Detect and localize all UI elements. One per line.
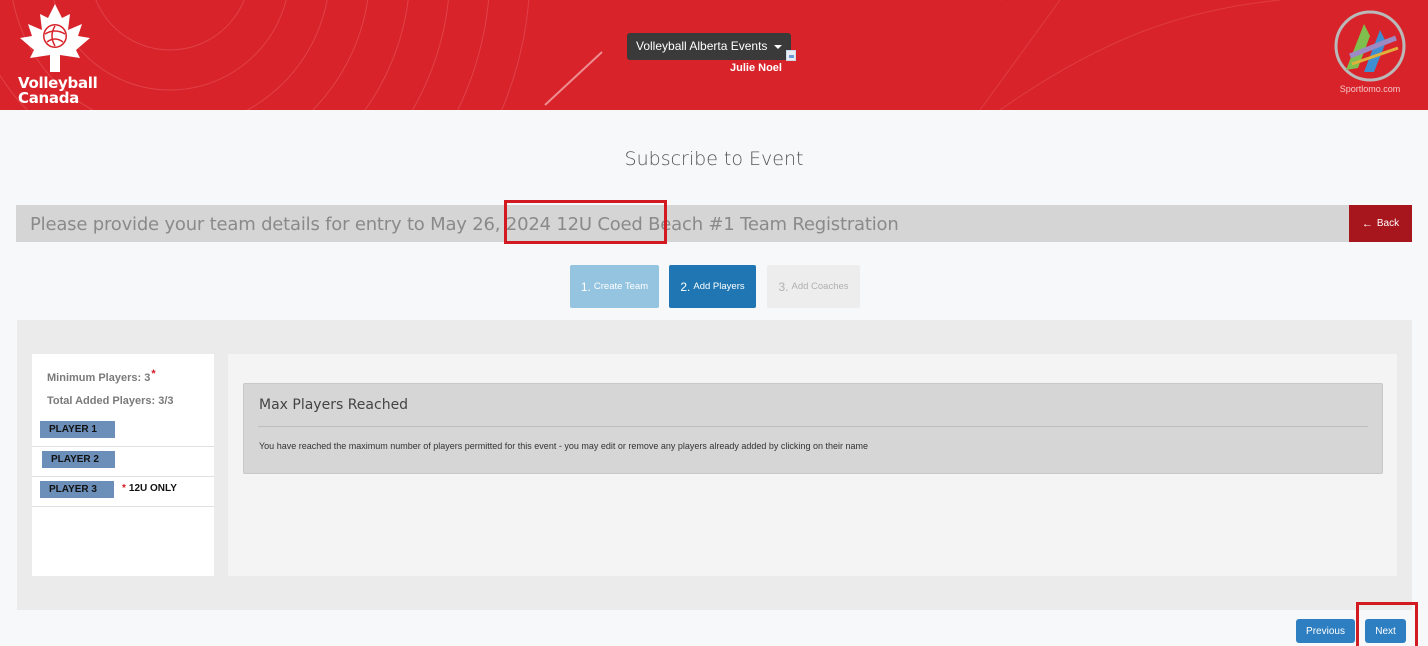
site-header: Volleyball Canada Volleyball Alberta Eve… (0, 0, 1428, 110)
max-players-alert: Max Players Reached You have reached the… (243, 383, 1383, 474)
player-3-note: * 12U ONLY (122, 483, 177, 494)
step-add-players[interactable]: 2. Add Players (669, 265, 756, 308)
total-added-players: Total Added Players: 3/3 (47, 395, 174, 407)
list-item: PLAYER 3 * 12U ONLY (32, 477, 214, 507)
sportlomo-text: Sportlomo.com (1339, 84, 1401, 94)
player-3-button[interactable]: PLAYER 3 (40, 481, 114, 498)
registration-banner: Please provide your team details for ent… (16, 205, 1350, 242)
user-avatar-image-icon[interactable] (786, 50, 796, 61)
step-add-coaches[interactable]: 3. Add Coaches (767, 265, 860, 308)
alert-divider (258, 426, 1368, 427)
page-title: Subscribe to Event (624, 148, 804, 170)
highlight-box-next (1356, 602, 1418, 646)
player-2-button[interactable]: PLAYER 2 (42, 451, 115, 468)
step-number: 2. (680, 279, 691, 294)
minimum-players: Minimum Players: 3* (47, 368, 156, 384)
caret-down-icon (774, 44, 783, 49)
events-dropdown-button[interactable]: Volleyball Alberta Events (627, 33, 792, 60)
back-button[interactable]: ← Back (1349, 205, 1412, 242)
player-1-button[interactable]: PLAYER 1 (40, 421, 115, 438)
step-label: Add Players (693, 281, 745, 292)
sportlomo-icon (1334, 10, 1406, 82)
back-label: Back (1376, 218, 1400, 229)
required-asterisk: * (122, 483, 126, 494)
list-item: PLAYER 1 (32, 416, 214, 447)
required-asterisk: * (151, 368, 156, 380)
banner-text: Please provide your team details for ent… (30, 214, 899, 235)
brand-name: Volleyball Canada (18, 74, 98, 107)
players-sidebar: Minimum Players: 3* Total Added Players:… (32, 354, 214, 576)
step-number: 1. (580, 279, 591, 294)
sportlomo-logo[interactable]: Sportlomo.com (1320, 8, 1420, 103)
step-label: Add Coaches (791, 281, 849, 292)
maple-leaf-icon (20, 4, 90, 72)
step-create-team[interactable]: 1. Create Team (570, 265, 659, 308)
step-label: Create Team (593, 281, 649, 292)
list-item: PLAYER 2 (32, 447, 214, 477)
volleyball-canada-logo[interactable]: Volleyball Canada (12, 2, 122, 108)
arrow-left-icon: ← (1361, 217, 1373, 230)
events-dropdown-label: Volleyball Alberta Events (636, 39, 768, 53)
alert-message: You have reached the maximum number of p… (259, 441, 868, 451)
alert-title: Max Players Reached (259, 397, 409, 413)
previous-button[interactable]: Previous (1296, 619, 1355, 643)
highlight-box-event-name (504, 200, 667, 244)
user-name[interactable]: Julie Noel (730, 62, 782, 74)
step-number: 3. (778, 279, 789, 294)
